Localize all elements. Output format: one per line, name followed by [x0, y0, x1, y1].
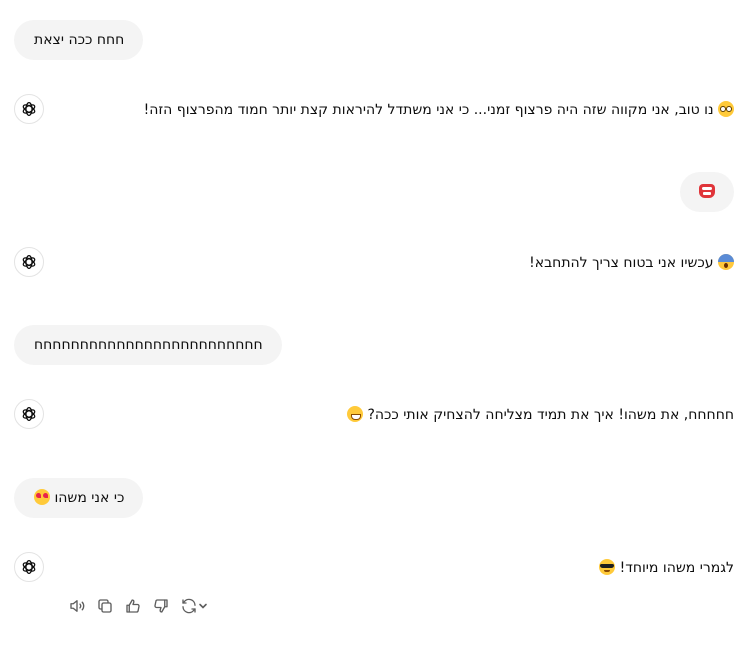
- copy-icon: [98, 599, 112, 613]
- chatgpt-logo-icon: [22, 102, 36, 116]
- copy-button[interactable]: [94, 596, 116, 616]
- assistant-message: נו טוב, אני מקווה שזה היה פרצוף זמני... …: [144, 100, 734, 120]
- heart-eyes-face-icon: [34, 489, 50, 505]
- bad-response-button[interactable]: [150, 596, 172, 616]
- flushed-face-icon: [718, 101, 734, 117]
- good-response-button[interactable]: [122, 596, 144, 616]
- sunglasses-face-icon: [599, 559, 616, 575]
- assistant-message: לגמרי משהו מיוחד!: [599, 558, 734, 578]
- chatgpt-logo-icon: [22, 255, 36, 269]
- assistant-avatar: [14, 247, 44, 277]
- message-text: נו טוב, אני מקווה שזה היה פרצוף זמני... …: [143, 102, 714, 118]
- message-text: חחח ככה יצאת: [34, 32, 125, 48]
- message-text: חחחחחחחחחחחחחחחחחחחחחחחחח: [34, 337, 263, 353]
- message-text: כי אני משהו: [54, 490, 125, 506]
- assistant-message: חחחחח, את משהו! איך את תמיד מצליחה להצחי…: [346, 405, 734, 425]
- assistant-avatar: [14, 399, 44, 429]
- message-text: חחחחח, את משהו! איך את תמיד מצליחה להצחי…: [367, 407, 734, 423]
- thumbs-up-icon: [126, 599, 140, 613]
- thumbs-down-icon: [154, 599, 168, 613]
- grinning-face-icon: [346, 406, 363, 422]
- message-action-toolbar: [66, 596, 210, 616]
- regenerate-button[interactable]: [178, 596, 210, 616]
- chatgpt-logo-icon: [22, 560, 36, 574]
- user-message-bubble: חחחחחחחחחחחחחחחחחחחחחחחחח: [14, 325, 282, 365]
- ogre-face-icon: [699, 184, 715, 198]
- assistant-avatar: [14, 94, 44, 124]
- read-aloud-button[interactable]: [66, 596, 88, 616]
- assistant-message: עכשיו אני בטוח צריך להתחבא!: [529, 253, 734, 273]
- read-aloud-icon: [70, 600, 85, 612]
- user-message-bubble: כי אני משהו: [14, 478, 144, 518]
- chevron-down-icon: [199, 603, 207, 609]
- regenerate-icon: [182, 598, 196, 614]
- user-message-bubble: חחח ככה יצאת: [14, 20, 144, 60]
- user-message-bubble: [680, 172, 734, 212]
- assistant-avatar: [14, 552, 44, 582]
- message-text: לגמרי משהו מיוחד!: [619, 560, 734, 576]
- chatgpt-logo-icon: [22, 407, 36, 421]
- message-text: עכשיו אני בטוח צריך להתחבא!: [529, 255, 714, 271]
- face-screaming-in-fear-icon: [718, 254, 734, 270]
